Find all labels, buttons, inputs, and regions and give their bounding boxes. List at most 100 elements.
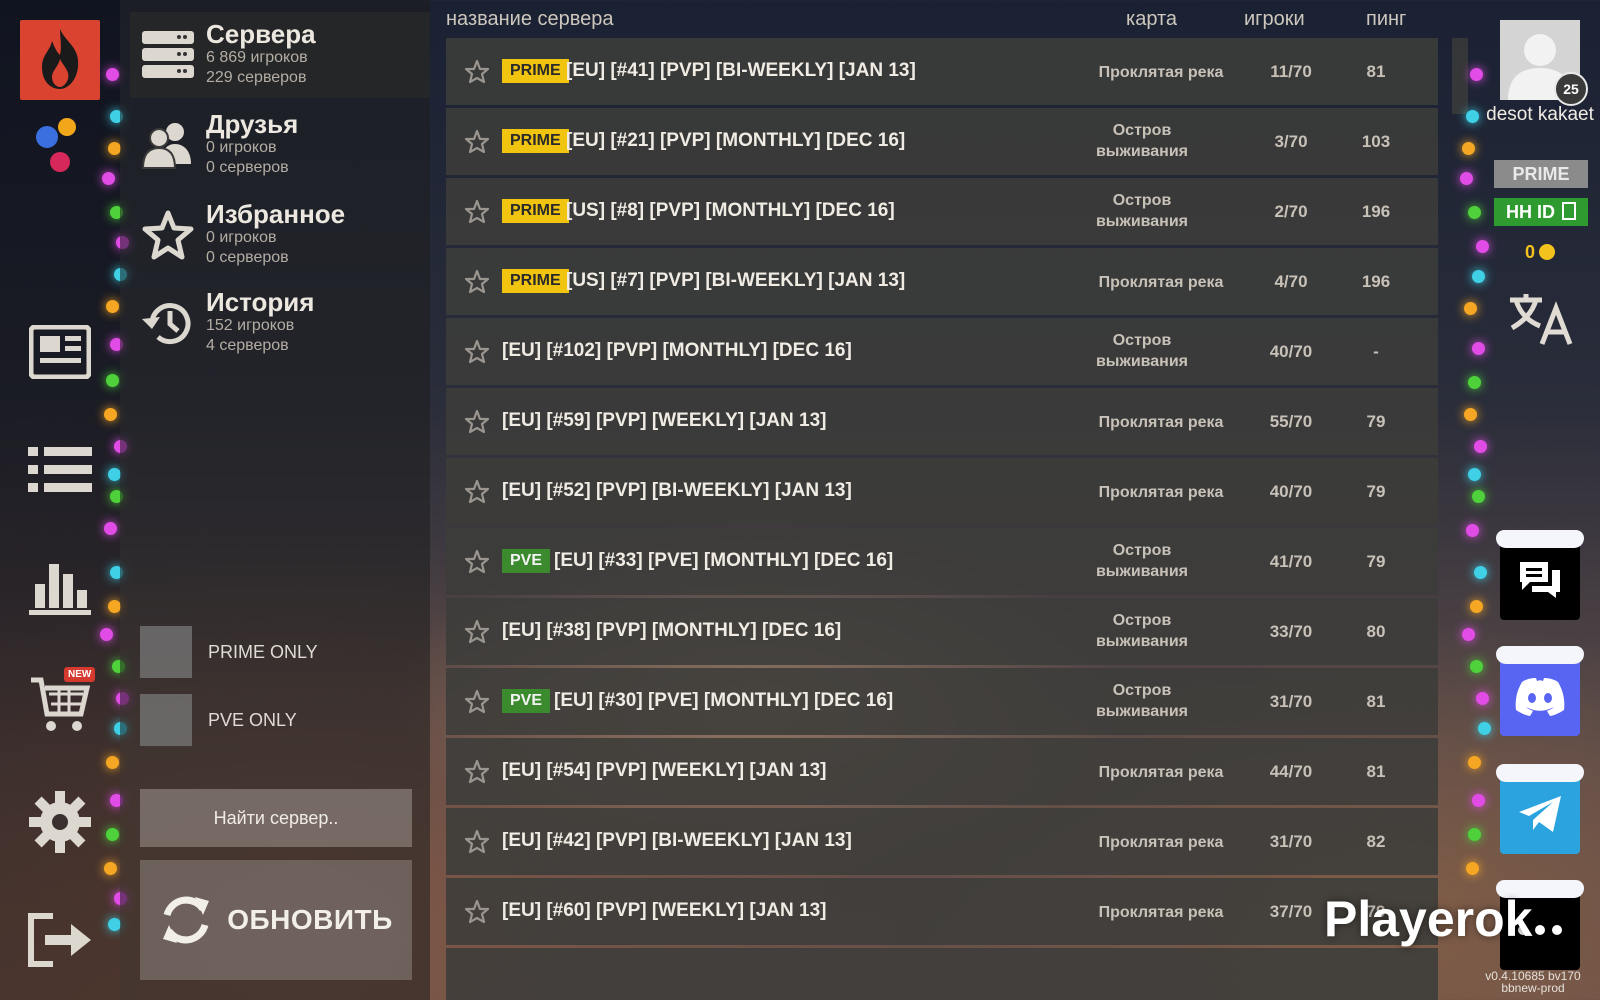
prime-status-badge[interactable]: PRIME: [1494, 160, 1588, 188]
server-name: [US] [#7] [PVP] [BI-WEEKLY] [JAN 13]: [566, 270, 906, 291]
favorite-star-icon[interactable]: [464, 269, 490, 295]
chat-button[interactable]: [1496, 530, 1584, 620]
server-row-partial[interactable]: [446, 948, 1438, 1000]
server-row[interactable]: [EU] [#60] [PVP] [WEEKLY] [JAN 13] Прокля…: [446, 878, 1438, 945]
category-favorites[interactable]: Избранное 0 игроков 0 серверов: [130, 192, 430, 278]
favorite-star-icon[interactable]: [464, 339, 490, 365]
favorite-star-icon[interactable]: [464, 59, 490, 85]
server-map: Остров выживания: [1095, 682, 1189, 720]
server-ping: 81: [1366, 62, 1386, 81]
star-icon: [142, 210, 194, 260]
favorite-star-icon[interactable]: [464, 689, 490, 715]
snow-cap: [1496, 646, 1584, 664]
server-name: [EU] [#33] [PVE] [MONTHLY] [DEC 16]: [554, 550, 894, 571]
server-ping: 196: [1361, 272, 1391, 291]
server-row[interactable]: [EU] [#42] [PVP] [BI-WEEKLY] [JAN 13] Про…: [446, 808, 1438, 875]
history-icon: [142, 303, 191, 345]
favorite-star-icon[interactable]: [464, 619, 490, 645]
server-list-header: название сервера карта игроки пинг: [446, 0, 1436, 38]
ornament-red: [50, 152, 70, 172]
favorite-star-icon[interactable]: [464, 829, 490, 855]
ornament-blue: [36, 126, 58, 148]
header-players[interactable]: игроки: [1244, 8, 1305, 31]
version-env: bbnew-prod: [1501, 981, 1565, 995]
username: desot kakaet: [1486, 104, 1594, 125]
category-servers-count: 0 серверов: [206, 159, 289, 176]
friends-icon: [141, 123, 191, 169]
snow-cap: [1496, 530, 1584, 548]
category-title: Друзья: [206, 109, 299, 139]
category-servers[interactable]: Сервера 6 869 игроков 229 серверов: [130, 12, 430, 98]
exit-nav-button[interactable]: [24, 904, 96, 976]
category-servers-count: 4 серверов: [206, 337, 289, 354]
category-title: Сервера: [206, 19, 316, 49]
discord-button[interactable]: [1496, 646, 1584, 736]
ornament-yellow: [58, 118, 76, 136]
playerok-watermark: Playerok: [1324, 891, 1533, 947]
new-badge: NEW: [64, 667, 96, 682]
gear-icon: [29, 791, 91, 853]
favorite-star-icon[interactable]: [464, 899, 490, 925]
header-map[interactable]: карта: [1126, 8, 1177, 31]
server-row[interactable]: PRIME [EU] [#41] [PVP] [BI-WEEKLY] [JAN 1…: [446, 38, 1438, 105]
coin-icon: [1539, 244, 1555, 260]
server-search-input[interactable]: Найти сервер..: [140, 789, 412, 847]
server-row[interactable]: [EU] [#38] [PVP] [MONTHLY] [DEC 16] Остро…: [446, 598, 1438, 665]
exit-icon: [28, 913, 91, 967]
category-history[interactable]: История 152 игроков 4 серверов: [130, 280, 430, 366]
favorite-star-icon[interactable]: [464, 409, 490, 435]
cart-icon: [31, 677, 91, 731]
category-players: 6 869 игроков: [206, 49, 308, 66]
category-players: 0 игроков: [206, 139, 277, 156]
prime-only-filter[interactable]: PRIME ONLY: [140, 626, 420, 678]
refresh-button[interactable]: ОБНОВИТЬ: [140, 860, 412, 980]
prime-only-label: PRIME ONLY: [208, 641, 318, 662]
pve-only-checkbox[interactable]: [140, 694, 192, 746]
server-ping: 81: [1366, 762, 1386, 781]
language-button[interactable]: [1506, 290, 1576, 346]
prime-only-checkbox[interactable]: [140, 626, 192, 678]
server-ping: 103: [1361, 132, 1391, 151]
server-row[interactable]: [EU] [#59] [PVP] [WEEKLY] [JAN 13] Прокля…: [446, 388, 1438, 455]
server-name: [EU] [#60] [PVP] [WEEKLY] [JAN 13]: [502, 900, 827, 921]
server-row[interactable]: PVE [EU] [#33] [PVE] [MONTHLY] [DEC 16] Ос…: [446, 528, 1438, 595]
telegram-button[interactable]: [1496, 764, 1584, 854]
server-name: [EU] [#21] [PVP] [MONTHLY] [DEC 16]: [566, 130, 906, 151]
server-row[interactable]: PRIME [US] [#7] [PVP] [BI-WEEKLY] [JAN 13…: [446, 248, 1438, 315]
server-row[interactable]: [EU] [#54] [PVP] [WEEKLY] [JAN 13] Прокля…: [446, 738, 1438, 805]
server-map: Остров выживания: [1095, 192, 1189, 230]
server-row[interactable]: [EU] [#52] [PVP] [BI-WEEKLY] [JAN 13] Про…: [446, 458, 1438, 525]
server-list: PRIME [EU] [#41] [PVP] [BI-WEEKLY] [JAN 1…: [446, 38, 1438, 1000]
favorite-star-icon[interactable]: [464, 549, 490, 575]
favorite-star-icon[interactable]: [464, 199, 490, 225]
favorite-star-icon[interactable]: [464, 479, 490, 505]
server-ping: 196: [1361, 202, 1391, 221]
stats-nav-button[interactable]: [24, 550, 96, 622]
server-list-nav-button[interactable]: [24, 434, 96, 506]
pve-only-filter[interactable]: PVE ONLY: [140, 694, 420, 746]
server-ping: 79: [1366, 552, 1386, 571]
server-row[interactable]: PVE [EU] [#30] [PVE] [MONTHLY] [DEC 16] Ос…: [446, 668, 1438, 735]
snow-cap: [1496, 764, 1584, 782]
settings-nav-button[interactable]: [24, 786, 96, 858]
category-panel: Сервера 6 869 игроков 229 серверов Друзь…: [120, 0, 430, 1000]
server-name: [EU] [#59] [PVP] [WEEKLY] [JAN 13]: [502, 410, 827, 431]
favorite-star-icon[interactable]: [464, 759, 490, 785]
header-ping[interactable]: пинг: [1366, 8, 1406, 31]
news-nav-button[interactable]: [24, 316, 96, 388]
game-logo[interactable]: [20, 20, 100, 100]
server-row[interactable]: PRIME [EU] [#21] [PVP] [MONTHLY] [DEC 16]…: [446, 108, 1438, 175]
server-row[interactable]: [EU] [#102] [PVP] [MONTHLY] [DEC 16] Остр…: [446, 318, 1438, 385]
translate-icon: [1510, 294, 1573, 345]
server-map: Остров выживания: [1095, 332, 1189, 370]
discord-icon: [1515, 678, 1565, 716]
favorite-star-icon[interactable]: [464, 129, 490, 155]
server-row[interactable]: PRIME [US] [#8] [PVP] [MONTHLY] [DEC 16] О…: [446, 178, 1438, 245]
server-name: [EU] [#54] [PVP] [WEEKLY] [JAN 13]: [502, 760, 827, 781]
category-friends[interactable]: Друзья 0 игроков 0 серверов: [130, 102, 430, 188]
header-name[interactable]: название сервера: [446, 8, 614, 31]
hh-id-button[interactable]: HH ID: [1494, 198, 1588, 226]
servers-icon: [142, 31, 194, 78]
server-map: Остров выживания: [1095, 122, 1189, 160]
server-map: Остров выживания: [1095, 612, 1189, 650]
